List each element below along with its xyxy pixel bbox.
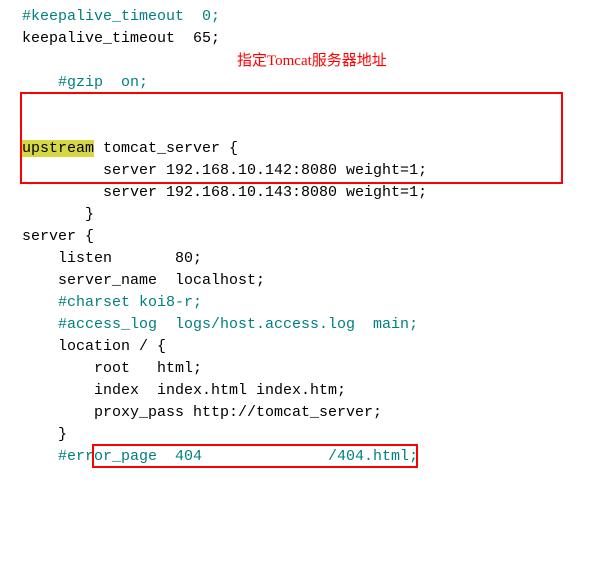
code-line: root html;	[22, 358, 600, 380]
code-line: #charset koi8-r;	[22, 292, 600, 314]
highlight-box-upstream	[20, 92, 563, 184]
code-block: #keepalive_timeout 0; keepalive_timeout …	[22, 6, 600, 468]
code-line: #access_log logs/host.access.log main;	[22, 314, 600, 336]
code-line: keepalive_timeout 65;	[22, 28, 600, 50]
highlight-box-proxy-pass	[92, 444, 418, 468]
code-line: server_name localhost;	[22, 270, 600, 292]
code-line: server 192.168.10.143:8080 weight=1;	[22, 182, 600, 204]
code-line: }	[22, 204, 600, 226]
code-line: #keepalive_timeout 0;	[22, 6, 600, 28]
code-line: proxy_pass http://tomcat_server;	[22, 402, 600, 424]
code-line: index index.html index.htm;	[22, 380, 600, 402]
code-line: }	[22, 424, 600, 446]
annotation-label: 指定Tomcat服务器地址	[237, 50, 387, 72]
code-line: location / {	[22, 336, 600, 358]
gzip-comment: #gzip on;	[58, 74, 148, 91]
code-line: server {	[22, 226, 600, 248]
code-line: listen 80;	[22, 248, 600, 270]
